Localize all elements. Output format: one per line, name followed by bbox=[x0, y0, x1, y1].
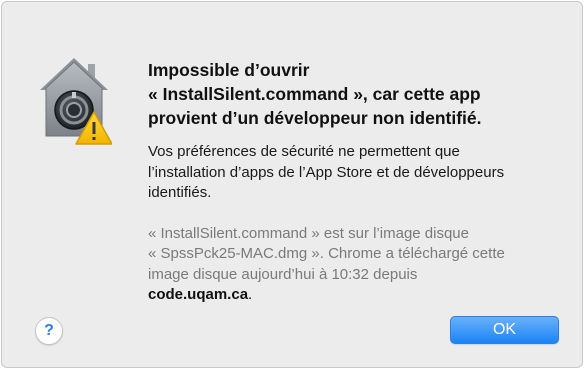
download-info: « InstallSilent.command » est sur l’imag… bbox=[148, 224, 558, 306]
message-line: Vos préférences de sécurité ne permetten… bbox=[148, 143, 460, 160]
info-host-line: code.uqam.ca. bbox=[148, 285, 558, 306]
info-line: « InstallSilent.command » est sur l’imag… bbox=[148, 224, 469, 242]
dialog-title: Impossible d’ouvrir « InstallSilent.comm… bbox=[148, 58, 558, 130]
dialog-message: Vos préférences de sécurité ne permetten… bbox=[148, 142, 558, 204]
info-line: image disque aujourd’hui à 10:32 depuis bbox=[148, 265, 418, 283]
info-line: « SpssPck25-MAC.dmg ». Chrome a téléchar… bbox=[148, 245, 505, 262]
ok-button[interactable]: OK bbox=[450, 316, 559, 344]
title-line: « InstallSilent.command », car cette app bbox=[148, 84, 481, 104]
ok-button-label: OK bbox=[492, 321, 517, 338]
help-button[interactable]: ? bbox=[35, 317, 63, 345]
download-host: code.uqam.ca bbox=[148, 286, 249, 303]
help-button-label: ? bbox=[44, 322, 54, 339]
title-line: Impossible d’ouvrir bbox=[148, 60, 310, 80]
download-host-suffix: . bbox=[248, 286, 253, 303]
gatekeeper-lock-house-icon bbox=[36, 52, 113, 148]
title-line: provient d’un développeur non identifié. bbox=[148, 108, 482, 128]
alert-dialog: Impossible d’ouvrir « InstallSilent.comm… bbox=[1, 1, 583, 368]
message-line: identifiés. bbox=[148, 184, 212, 201]
message-line: l’installation d’apps de l’App Store et … bbox=[148, 163, 505, 181]
dialog-content: Impossible d’ouvrir « InstallSilent.comm… bbox=[148, 58, 558, 306]
